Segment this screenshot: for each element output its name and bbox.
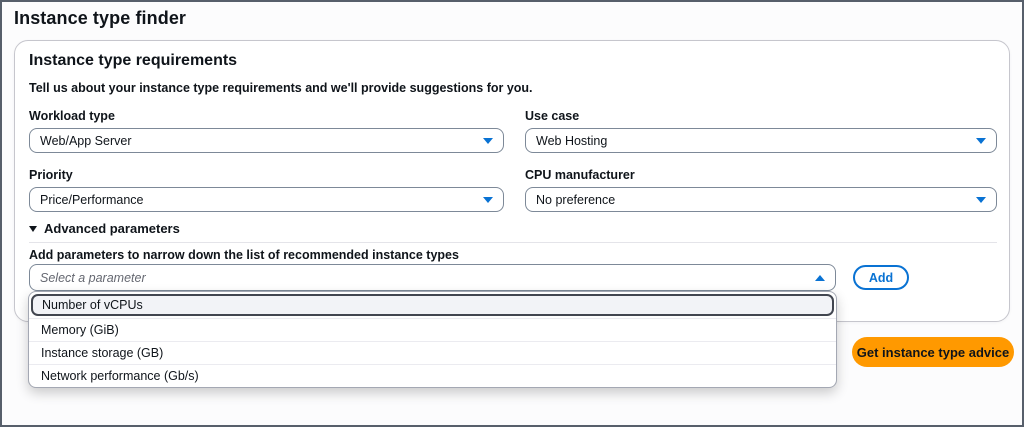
workload-type-label: Workload type: [29, 109, 115, 123]
dropdown-option-number-of-vcpus[interactable]: Number of vCPUs: [31, 294, 834, 316]
dropdown-option-instance-storage[interactable]: Instance storage (GB): [29, 341, 836, 364]
cpu-manufacturer-select[interactable]: No preference: [525, 187, 997, 212]
workload-type-value: Web/App Server: [40, 133, 132, 148]
caret-up-icon: [815, 274, 825, 281]
cpu-manufacturer-value: No preference: [536, 192, 616, 207]
priority-value: Price/Performance: [40, 192, 144, 207]
add-button[interactable]: Add: [853, 265, 909, 290]
page-title: Instance type finder: [14, 8, 187, 28]
triangle-down-icon: [29, 225, 37, 232]
use-case-select[interactable]: Web Hosting: [525, 128, 997, 153]
priority-select[interactable]: Price/Performance: [29, 187, 504, 212]
card-heading: Instance type requirements: [29, 52, 238, 69]
section-divider: [29, 242, 997, 243]
instance-type-requirements-card: Instance type requirements Tell us about…: [14, 40, 1010, 322]
advanced-parameters-label: Advanced parameters: [44, 221, 180, 236]
workload-type-select[interactable]: Web/App Server: [29, 128, 504, 153]
caret-down-icon: [976, 137, 986, 144]
caret-down-icon: [483, 137, 493, 144]
parameter-select[interactable]: Select a parameter: [29, 264, 836, 291]
caret-down-icon: [483, 196, 493, 203]
cpu-manufacturer-label: CPU manufacturer: [525, 168, 635, 182]
card-description: Tell us about your instance type require…: [29, 81, 533, 95]
advanced-parameters-expander[interactable]: Advanced parameters: [29, 221, 180, 236]
priority-label: Priority: [29, 168, 73, 182]
use-case-label: Use case: [525, 109, 580, 123]
dropdown-option-memory[interactable]: Memory (GiB): [29, 318, 836, 341]
add-parameters-label: Add parameters to narrow down the list o…: [29, 248, 459, 262]
get-instance-type-advice-button[interactable]: Get instance type advice: [852, 337, 1014, 367]
caret-down-icon: [976, 196, 986, 203]
parameter-dropdown-list: Number of vCPUs Memory (GiB) Instance st…: [28, 291, 837, 388]
dropdown-option-network-performance[interactable]: Network performance (Gb/s): [29, 364, 836, 387]
instance-type-finder-page: Instance type finder Instance type requi…: [0, 0, 1024, 427]
use-case-value: Web Hosting: [536, 133, 608, 148]
parameter-select-placeholder: Select a parameter: [40, 270, 146, 285]
